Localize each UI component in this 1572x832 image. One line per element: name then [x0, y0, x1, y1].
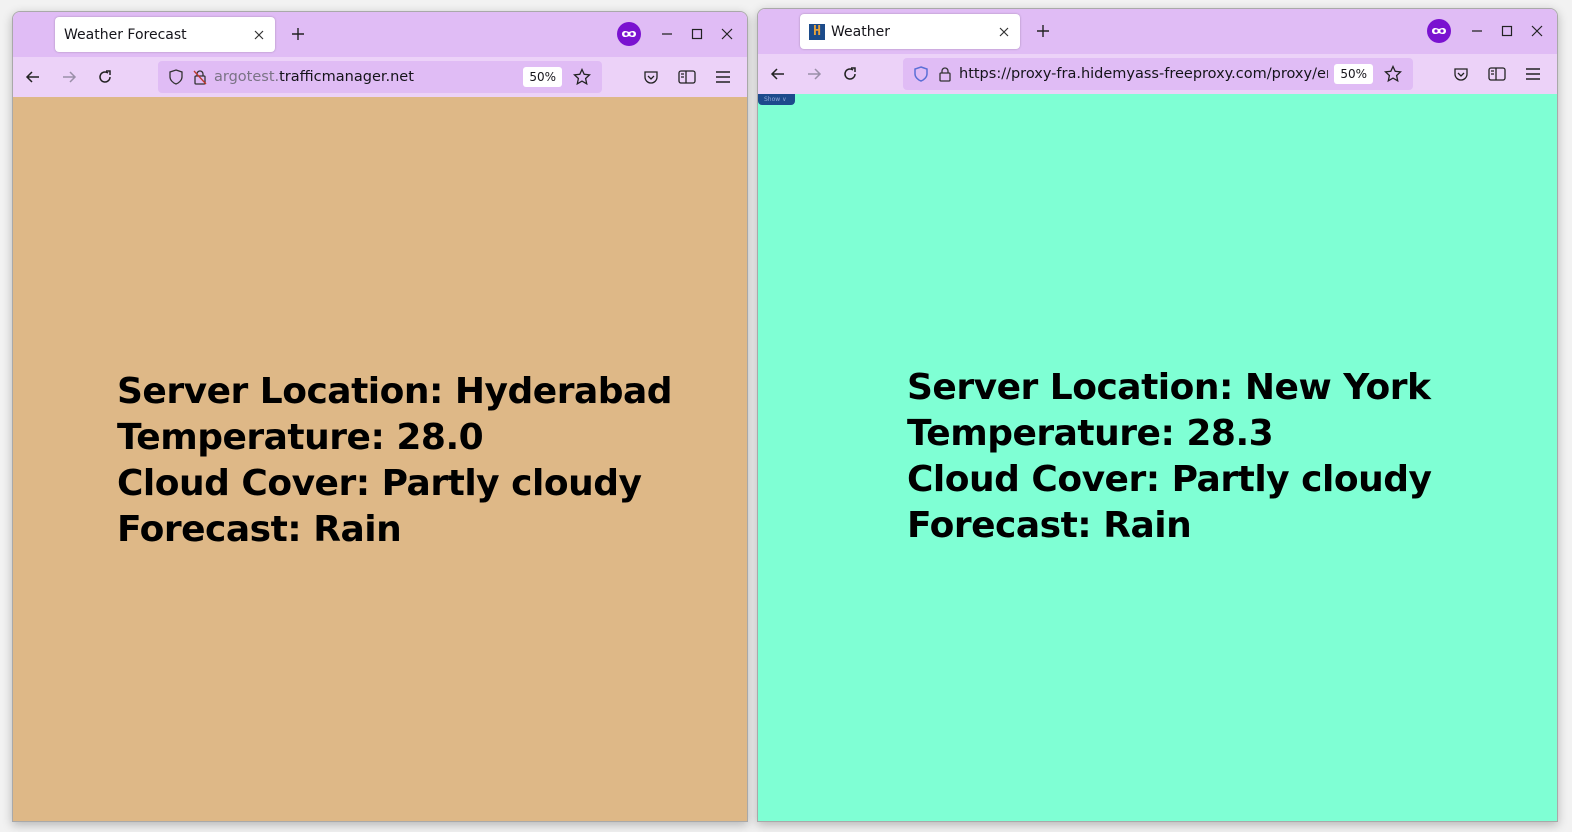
zoom-level-button[interactable]: 50% — [523, 67, 562, 87]
title-bar: Weather Forecast — [13, 12, 747, 57]
cloud-cover-text: Cloud Cover: Partly cloudy — [117, 463, 642, 504]
reload-button[interactable] — [89, 61, 121, 93]
url-text[interactable]: argotest.trafficmanager.net — [214, 69, 517, 85]
minimize-button[interactable] — [655, 22, 679, 46]
weather-info: Server Location: Hyderabad Temperature: … — [117, 369, 673, 553]
forward-button[interactable] — [53, 61, 85, 93]
shield-icon[interactable] — [911, 64, 931, 84]
new-tab-button[interactable] — [287, 23, 309, 45]
shield-icon[interactable] — [166, 67, 186, 87]
browser-window-left: Weather Forecast argotest.trafficmanager… — [12, 11, 748, 822]
tab-weather-forecast[interactable]: Weather Forecast — [55, 17, 275, 52]
pocket-icon[interactable] — [1445, 58, 1477, 90]
temperature-text: Temperature: 28.0 — [117, 417, 484, 458]
tab-close-icon[interactable] — [996, 24, 1012, 40]
menu-icon[interactable] — [707, 61, 739, 93]
url-domain: https://proxy-fra.hidemyass-freeproxy.co… — [959, 66, 1329, 82]
cloud-cover-text: Cloud Cover: Partly cloudy — [907, 459, 1432, 500]
private-browsing-icon — [1427, 19, 1451, 43]
hidemyass-favicon: H — [809, 23, 825, 40]
title-bar: H Weather — [758, 9, 1557, 54]
bookmark-star-icon[interactable] — [572, 67, 592, 87]
zoom-level-button[interactable]: 50% — [1334, 64, 1373, 84]
server-location-text: Server Location: New York — [907, 367, 1431, 408]
close-window-button[interactable] — [715, 22, 739, 46]
address-bar[interactable]: argotest.trafficmanager.net 50% — [158, 61, 602, 93]
address-bar[interactable]: https://proxy-fra.hidemyass-freeproxy.co… — [903, 58, 1413, 90]
reload-button[interactable] — [834, 58, 866, 90]
page-content: Show ∨ Server Location: New York Tempera… — [758, 94, 1557, 821]
bookmark-star-icon[interactable] — [1383, 64, 1403, 84]
browser-window-right: H Weather https://proxy-fra.hidemyass-fr… — [757, 8, 1558, 822]
sidebar-icon[interactable] — [1481, 58, 1513, 90]
navigation-bar: https://proxy-fra.hidemyass-freeproxy.co… — [758, 54, 1557, 94]
url-text[interactable]: https://proxy-fra.hidemyass-freeproxy.co… — [959, 66, 1328, 82]
close-window-button[interactable] — [1525, 19, 1549, 43]
pocket-icon[interactable] — [635, 61, 667, 93]
forecast-text: Forecast: Rain — [117, 509, 402, 550]
tab-close-icon[interactable] — [251, 27, 267, 43]
maximize-button[interactable] — [1495, 19, 1519, 43]
lock-strike-icon[interactable] — [190, 67, 210, 87]
maximize-button[interactable] — [685, 22, 709, 46]
proxy-show-button[interactable]: Show ∨ — [758, 94, 795, 105]
back-button[interactable] — [762, 58, 794, 90]
forecast-text: Forecast: Rain — [907, 505, 1192, 546]
navigation-bar: argotest.trafficmanager.net 50% — [13, 57, 747, 97]
new-tab-button[interactable] — [1032, 20, 1054, 42]
tab-title: Weather Forecast — [64, 26, 187, 43]
lock-icon[interactable] — [935, 64, 955, 84]
server-location-text: Server Location: Hyderabad — [117, 371, 673, 412]
menu-icon[interactable] — [1517, 58, 1549, 90]
private-browsing-icon — [617, 22, 641, 46]
tab-title: Weather — [831, 23, 890, 40]
forward-button[interactable] — [798, 58, 830, 90]
temperature-text: Temperature: 28.3 — [907, 413, 1274, 454]
url-domain-prefix: argotest. — [214, 69, 280, 85]
url-domain: trafficmanager.net — [279, 69, 414, 85]
page-content: Server Location: Hyderabad Temperature: … — [13, 97, 747, 821]
weather-info: Server Location: New York Temperature: 2… — [907, 365, 1432, 549]
back-button[interactable] — [17, 61, 49, 93]
minimize-button[interactable] — [1465, 19, 1489, 43]
sidebar-icon[interactable] — [671, 61, 703, 93]
tab-weather[interactable]: H Weather — [800, 14, 1020, 49]
